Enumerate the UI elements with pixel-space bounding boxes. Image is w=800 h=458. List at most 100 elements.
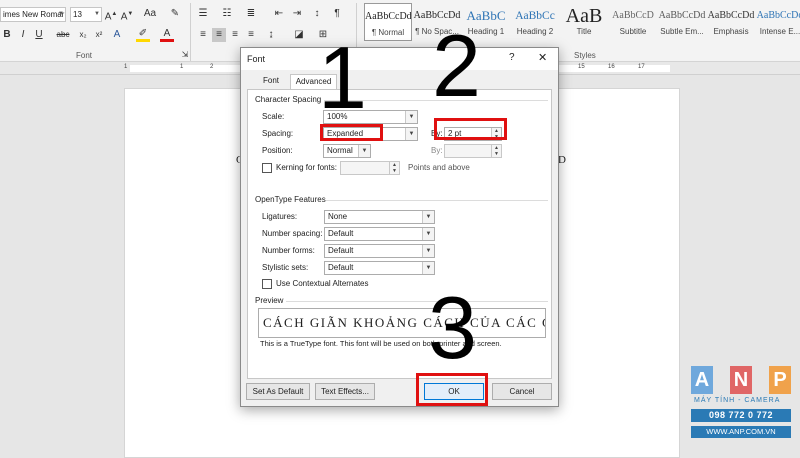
contextual-alternates-checkbox[interactable]: [262, 279, 272, 289]
shading-icon[interactable]: ◪: [292, 28, 306, 42]
help-icon[interactable]: ?: [509, 52, 515, 63]
sort-icon[interactable]: ↕: [310, 7, 324, 21]
stylistic-sets-label: Stylistic sets:: [262, 263, 309, 272]
bold-icon[interactable]: B: [0, 28, 14, 42]
ruler-tick-label: 15: [578, 64, 585, 70]
grow-font-icon[interactable]: A▲: [104, 7, 118, 24]
kerning-points-input[interactable]: ▲ ▼: [340, 161, 400, 175]
position-label: Position:: [262, 146, 293, 155]
font-color-icon[interactable]: A: [160, 28, 174, 42]
cancel-button[interactable]: Cancel: [492, 383, 552, 400]
style-title[interactable]: AaB Title: [560, 3, 608, 41]
increase-indent-icon[interactable]: ⇥: [290, 7, 304, 21]
opentype-heading: OpenType Features: [255, 195, 326, 204]
dialog-title: Font: [247, 54, 266, 64]
spinner-arrows-icon[interactable]: ▲ ▼: [389, 162, 399, 174]
chevron-down-icon: ▼: [422, 262, 434, 274]
logo-letter-p: P: [769, 366, 791, 394]
text-effects-button[interactable]: Text Effects...: [315, 383, 375, 400]
highlight-icon[interactable]: ✐: [136, 28, 150, 42]
style-name: Heading 2: [516, 27, 554, 36]
font-name-value: imes New Romar: [3, 10, 65, 19]
spinner-arrows-icon[interactable]: ▲ ▼: [491, 145, 501, 157]
multilevel-list-icon[interactable]: ≣: [244, 7, 258, 21]
document-text-right: D: [558, 154, 566, 166]
text-effects-icon[interactable]: A: [110, 28, 124, 42]
number-spacing-select[interactable]: Default ▼: [324, 227, 435, 241]
number-forms-value: Default: [328, 246, 354, 255]
decrease-indent-icon[interactable]: ⇤: [272, 7, 286, 21]
styles-group-label: Styles: [574, 51, 596, 60]
align-right-icon[interactable]: ≡: [228, 28, 242, 42]
italic-icon[interactable]: I: [16, 28, 30, 42]
align-center-icon[interactable]: ≡: [212, 28, 226, 42]
annotation-number-1: 1: [318, 28, 367, 127]
number-forms-label: Number forms:: [262, 246, 315, 255]
clear-formatting-icon[interactable]: ✎: [168, 7, 182, 21]
ruler-tick-label: 1: [124, 64, 128, 70]
style-subtle-em[interactable]: AaBbCcDd Subtle Em...: [658, 3, 706, 41]
close-icon[interactable]: ✕: [538, 51, 547, 64]
logo-tagline: MÁY TÍNH - CAMERA: [694, 397, 781, 404]
number-forms-select[interactable]: Default ▼: [324, 244, 435, 258]
style-preview: AaBbCc: [515, 10, 555, 22]
position-select[interactable]: Normal ▼: [323, 144, 371, 158]
shrink-font-icon[interactable]: A▼: [120, 7, 134, 24]
bullets-icon[interactable]: ☰: [196, 7, 210, 21]
superscript-icon[interactable]: x²: [92, 28, 106, 42]
style-name: ¶ Normal: [371, 28, 405, 37]
ligatures-select[interactable]: None ▼: [324, 210, 435, 224]
stylistic-sets-value: Default: [328, 263, 354, 272]
style-name: Subtle Em...: [660, 27, 704, 36]
kerning-checkbox[interactable]: [262, 163, 272, 173]
align-left-icon[interactable]: ≡: [196, 28, 210, 42]
line-spacing-icon[interactable]: ↨: [264, 28, 278, 42]
stylistic-sets-select[interactable]: Default ▼: [324, 261, 435, 275]
annotation-number-3: 3: [428, 278, 477, 377]
style-heading-2[interactable]: AaBbCc Heading 2: [511, 3, 559, 41]
ruler-tick-label: 1: [180, 64, 184, 70]
style-name: Subtitle: [619, 27, 647, 36]
annotation-box-ok: [416, 373, 488, 406]
number-spacing-value: Default: [328, 229, 354, 238]
logo-website: WWW.ANP.COM.VN: [691, 426, 791, 438]
ruler-tick-label: 2: [210, 64, 214, 70]
style-intense-e[interactable]: AaBbCcDd Intense E...: [756, 3, 800, 41]
preview-box: CÁCH GIÃN KHOẢNG CÁCH CỦA CÁC CHỮ: [258, 308, 546, 338]
position-by-input[interactable]: ▲ ▼: [444, 144, 502, 158]
annotation-number-2: 2: [432, 16, 481, 115]
logo-phone: 098 772 0 772: [691, 409, 791, 422]
justify-icon[interactable]: ≡: [244, 28, 258, 42]
style-name: Title: [576, 27, 592, 36]
chevron-down-icon: ▼: [58, 11, 64, 17]
chevron-down-icon: ▼: [405, 111, 417, 123]
annotation-box-by: [434, 118, 507, 140]
numbering-icon[interactable]: ☷: [220, 7, 234, 21]
style-name: Intense E...: [759, 27, 800, 36]
style-emphasis[interactable]: AaBbCcDd Emphasis: [707, 3, 755, 41]
style-normal[interactable]: AaBbCcDd ¶ Normal: [364, 3, 412, 41]
ribbon-divider: [190, 3, 191, 61]
style-subtitle[interactable]: AaBbCcD Subtitle: [609, 3, 657, 41]
font-name-select[interactable]: imes New Romar ▼: [0, 7, 66, 22]
font-size-select[interactable]: 13 ▼: [70, 7, 102, 22]
font-dialog: Font ? ✕ Font Advanced Character Spacing…: [240, 47, 559, 407]
underline-icon[interactable]: U: [32, 28, 46, 42]
style-preview: AaBbCcDd: [707, 10, 755, 21]
ruler-tick-label: 16: [608, 64, 615, 70]
chevron-down-icon: ▼: [422, 228, 434, 240]
set-as-default-button[interactable]: Set As Default: [246, 383, 310, 400]
show-paragraph-icon[interactable]: ¶: [330, 7, 344, 21]
anp-logo: A N P MÁY TÍNH - CAMERA 098 772 0 772 WW…: [688, 366, 794, 442]
chevron-down-icon: ▼: [422, 245, 434, 257]
chevron-down-icon: ▼: [422, 211, 434, 223]
subscript-icon[interactable]: x₂: [76, 28, 90, 42]
dialog-titlebar[interactable]: Font ? ✕: [241, 48, 558, 70]
logo-letter-n: N: [730, 366, 752, 394]
kerning-label: Kerning for fonts:: [276, 163, 337, 172]
change-case-icon[interactable]: Aa: [140, 7, 160, 21]
number-spacing-label: Number spacing:: [262, 229, 323, 238]
style-preview: AaBbCcDd: [756, 10, 800, 21]
tab-font[interactable]: Font: [253, 74, 289, 90]
strikethrough-icon[interactable]: abc: [56, 28, 70, 42]
